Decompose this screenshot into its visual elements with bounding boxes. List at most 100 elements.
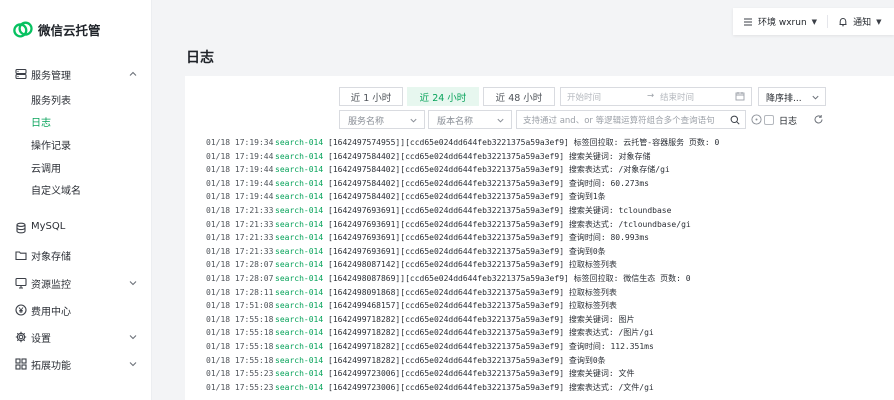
log-message: [1642498087869]][ccd65e024dd644feb322137…	[328, 274, 691, 283]
log-message: [1642497584402][ccd65e024dd644feb3221375…	[328, 165, 670, 175]
chevron-down-icon	[128, 332, 138, 342]
log-message: [1642499718282][ccd65e024dd644feb3221375…	[328, 314, 635, 324]
folder-icon	[15, 249, 27, 261]
log-row[interactable]: 01/18 17:19:44 search-014 [1642497584402][…	[206, 190, 606, 204]
log-row[interactable]: 01/18 17:55:18 search-014 [1642499718282][…	[206, 354, 606, 368]
log-row[interactable]: 01/18 17:28:07 search-014 [1642498087869]]…	[206, 272, 691, 286]
log-time: 01/18 17:55:18	[206, 342, 274, 351]
log-row[interactable]: 01/18 17:51:08 search-014 [1642499468157][…	[206, 299, 617, 313]
date-range-picker[interactable]: 开始时间 → 结束时间	[560, 87, 752, 106]
log-time: 01/18 17:55:18	[206, 355, 274, 365]
log-time: 01/18 17:55:18	[206, 328, 274, 338]
chevron-down-icon	[128, 278, 138, 288]
sidebar-group-label: 拓展功能	[31, 361, 71, 372]
log-source[interactable]: search-014	[275, 204, 328, 218]
log-row[interactable]: 01/18 17:19:44 search-014 [1642497584402][…	[206, 150, 650, 164]
log-row[interactable]: 01/18 17:55:23 search-014 [1642499723006][…	[206, 367, 634, 381]
log-row[interactable]: 01/18 17:55:18 search-014 [1642499718282][…	[206, 340, 654, 354]
log-source[interactable]: search-014	[275, 299, 328, 313]
sort-order-select[interactable]: 降序排...	[758, 87, 826, 106]
brand-logo[interactable]: 微信云托管	[12, 18, 101, 40]
range-1h-button[interactable]: 近 1 小时	[339, 87, 403, 106]
sidebar-group-mysql[interactable]: MySQL	[0, 216, 152, 240]
range-arrow: →	[647, 91, 655, 101]
bell-icon	[839, 17, 847, 26]
log-source[interactable]: search-014	[275, 367, 328, 381]
log-row[interactable]: 01/18 17:21:33 search-014 [1642497693691][…	[206, 231, 649, 245]
sidebar-group-billing-center[interactable]: 费用中心	[0, 298, 152, 322]
log-row[interactable]: 01/18 17:19:34 search-014 [1642497574955]]…	[206, 136, 719, 150]
log-source[interactable]: search-014	[275, 177, 328, 191]
service-name-select[interactable]: 服务名称	[339, 110, 425, 129]
log-source[interactable]: search-014	[275, 245, 328, 259]
sidebar-item-logs[interactable]: 日志	[31, 116, 51, 132]
log-message: [1642497584402][ccd65e024dd644feb3221375…	[328, 178, 649, 188]
log-row[interactable]: 01/18 17:19:44 search-014 [1642497584402][…	[206, 163, 670, 177]
server-icon	[15, 68, 27, 80]
yen-icon	[15, 304, 27, 316]
log-source[interactable]: search-014	[275, 354, 328, 368]
log-message: [1642497693691][ccd65e024dd644feb3221375…	[328, 219, 691, 229]
context-log-checkbox[interactable]	[764, 115, 774, 125]
search-icon[interactable]	[730, 115, 740, 125]
log-source[interactable]: search-014	[275, 231, 328, 245]
help-icon[interactable]	[751, 114, 762, 125]
log-message: [1642498087142][ccd65e024dd644feb3221375…	[328, 260, 617, 270]
list-icon	[744, 17, 752, 26]
range-48h-button[interactable]: 近 48 小时	[483, 87, 555, 106]
log-row[interactable]: 01/18 17:21:33 search-014 [1642497693691][…	[206, 245, 606, 259]
log-message: [1642499723006][ccd65e024dd644feb3221375…	[328, 369, 635, 379]
log-row[interactable]: 01/18 17:55:18 search-014 [1642499718282][…	[206, 313, 634, 327]
log-source[interactable]: search-014	[275, 258, 328, 272]
sidebar-group-label: 服务管理	[31, 71, 71, 82]
caret-down-icon: ▼	[876, 17, 882, 26]
sidebar-item-operation-records[interactable]: 操作记录	[31, 139, 71, 155]
log-source[interactable]: search-014	[275, 163, 328, 177]
query-input[interactable]: 支持通过 and、or 等逻辑运算符组合多个查询语句	[516, 110, 746, 129]
log-source[interactable]: search-014	[275, 340, 328, 354]
log-source[interactable]: search-014	[275, 381, 328, 395]
log-row[interactable]: 01/18 17:55:18 search-014 [1642499718282][…	[206, 326, 654, 340]
log-row[interactable]: 01/18 17:28:07 search-014 [1642498087142][…	[206, 258, 617, 272]
log-time: 01/18 17:21:33	[206, 246, 274, 256]
version-name-placeholder: 版本名称	[437, 117, 474, 127]
sidebar-group-label: 设置	[31, 334, 51, 345]
log-message: [1642499718282][ccd65e024dd644feb3221375…	[328, 355, 606, 365]
refresh-icon[interactable]	[813, 114, 824, 125]
environment-selector[interactable]: 环境 wxrun ▼	[733, 8, 827, 35]
sort-order-value: 降序排...	[766, 94, 802, 104]
log-source[interactable]: search-014	[275, 218, 328, 232]
sidebar-group-extensions[interactable]: 拓展功能	[0, 352, 152, 376]
sidebar-group-settings[interactable]: 设置	[0, 325, 152, 349]
notifications-label: 通知	[853, 18, 872, 28]
sidebar-group-service-management[interactable]: 服务管理	[0, 62, 152, 86]
log-source[interactable]: search-014	[275, 326, 328, 340]
sidebar-item-service-list[interactable]: 服务列表	[31, 94, 71, 110]
log-source[interactable]: search-014	[275, 286, 328, 300]
sidebar-group-resource-monitoring[interactable]: 资源监控	[0, 271, 152, 295]
log-row[interactable]: 01/18 17:21:33 search-014 [1642497693691][…	[206, 204, 671, 218]
chevron-down-icon	[128, 359, 138, 369]
log-source[interactable]: search-014	[275, 136, 328, 150]
sidebar-item-custom-domain[interactable]: 自定义域名	[31, 184, 81, 200]
range-24h-button[interactable]: 近 24 小时	[407, 87, 479, 106]
log-row[interactable]: 01/18 17:55:23 search-014 [1642499723006][…	[206, 381, 654, 395]
notifications-button[interactable]: 通知 ▼	[828, 8, 891, 35]
version-name-select[interactable]: 版本名称	[428, 110, 512, 129]
sidebar-group-label: 对象存储	[31, 252, 71, 263]
log-source[interactable]: search-014	[275, 272, 328, 286]
log-message: [1642497574955]][ccd65e024dd644feb322137…	[328, 138, 720, 147]
log-source[interactable]: search-014	[275, 190, 328, 204]
sidebar-group-object-storage[interactable]: 对象存储	[0, 243, 152, 267]
brand-name: 微信云托管	[38, 22, 101, 38]
log-row[interactable]: 01/18 17:19:44 search-014 [1642497584402][…	[206, 177, 649, 191]
log-message: [1642497693691][ccd65e024dd644feb3221375…	[328, 206, 672, 215]
log-source[interactable]: search-014	[275, 313, 328, 327]
sidebar-item-cloud-call[interactable]: 云调用	[31, 162, 61, 178]
log-row[interactable]: 01/18 17:21:33 search-014 [1642497693691][…	[206, 218, 691, 232]
log-time: 01/18 17:28:11	[206, 287, 274, 297]
log-row[interactable]: 01/18 17:28:11 search-014 [1642498091868][…	[206, 286, 617, 300]
log-message: [1642499723006][ccd65e024dd644feb3221375…	[328, 382, 654, 392]
log-time: 01/18 17:19:44	[206, 165, 274, 175]
log-source[interactable]: search-014	[275, 150, 328, 164]
